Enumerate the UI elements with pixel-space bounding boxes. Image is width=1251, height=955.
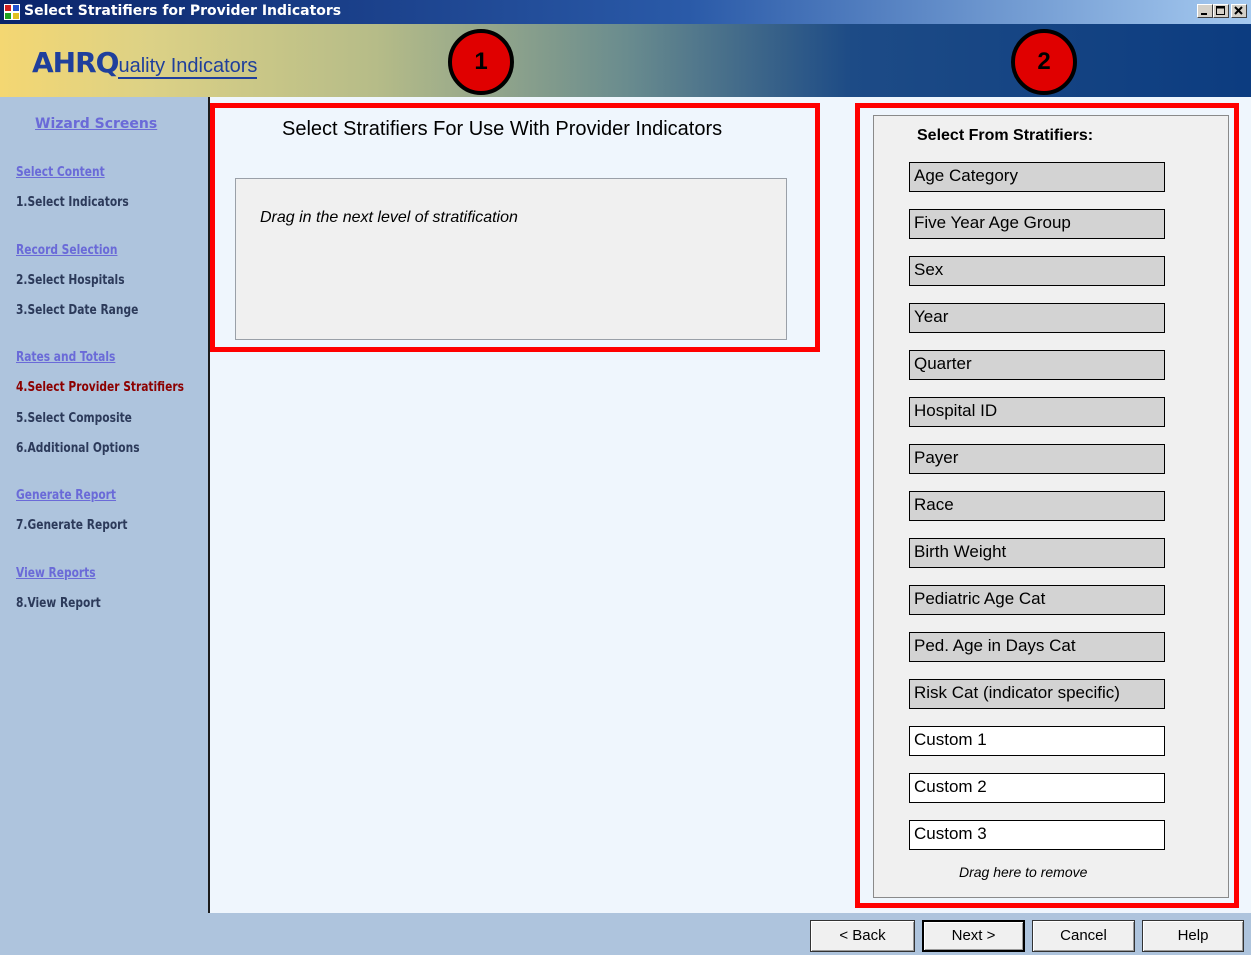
next-button[interactable]: Next > (922, 920, 1025, 952)
stratifier-hospital-id[interactable]: Hospital ID (909, 397, 1165, 427)
callout-marker-2: 2 (1011, 29, 1077, 95)
stratifier-payer[interactable]: Payer (909, 444, 1165, 474)
stratification-drop-zone[interactable]: Drag in the next level of stratification (235, 178, 787, 340)
back-button[interactable]: < Back (810, 920, 915, 952)
nav-section-view-reports[interactable]: View Reports (16, 566, 96, 581)
close-icon (1234, 6, 1243, 15)
minimize-button[interactable] (1197, 4, 1213, 18)
wizard-sidebar: Wizard Screens Select Content 1.Select I… (0, 97, 208, 913)
help-button[interactable]: Help (1142, 920, 1244, 952)
remove-drop-hint: Drag here to remove (959, 864, 1088, 880)
maximize-icon (1216, 6, 1225, 15)
stratifier-quarter[interactable]: Quarter (909, 350, 1165, 380)
stratifier-ped-age-in-days-cat[interactable]: Ped. Age in Days Cat (909, 632, 1165, 662)
drop-zone-hint: Drag in the next level of stratification (260, 209, 518, 226)
banner: AHRQuality Indicators 1 2 (0, 24, 1251, 97)
app-icon (4, 4, 20, 20)
stratifier-pediatric-age-cat[interactable]: Pediatric Age Cat (909, 585, 1165, 615)
nav-item-view-report[interactable]: 8.View Report (16, 596, 101, 611)
minimize-icon (1201, 13, 1207, 15)
logo-main-text: AHRQ (32, 46, 119, 79)
maximize-button[interactable] (1213, 4, 1229, 18)
stratifier-sex[interactable]: Sex (909, 256, 1165, 286)
nav-item-select-hospitals[interactable]: 2.Select Hospitals (16, 273, 125, 288)
stratifier-birth-weight[interactable]: Birth Weight (909, 538, 1165, 568)
nav-section-rates-and-totals[interactable]: Rates and Totals (16, 350, 115, 365)
page-title: Select Stratifiers For Use With Provider… (282, 118, 723, 140)
stratifier-year[interactable]: Year (909, 303, 1165, 333)
callout-marker-1: 1 (448, 29, 514, 95)
nav-item-additional-options[interactable]: 6.Additional Options (16, 441, 140, 456)
nav-section-select-content[interactable]: Select Content (16, 165, 105, 180)
stratifier-custom-3[interactable]: Custom 3 (909, 820, 1165, 850)
stratifier-list-title: Select From Stratifiers: (917, 127, 1094, 144)
title-bar: Select Stratifiers for Provider Indicato… (0, 0, 1251, 24)
app-window: Select Stratifiers for Provider Indicato… (0, 0, 1251, 955)
stratifier-race[interactable]: Race (909, 491, 1165, 521)
ahrq-logo: AHRQuality Indicators (32, 46, 258, 79)
stratifier-age-category[interactable]: Age Category (909, 162, 1165, 192)
nav-section-generate-report[interactable]: Generate Report (16, 488, 116, 503)
window-title: Select Stratifiers for Provider Indicato… (24, 3, 342, 19)
logo-sub-text: uality Indicators (118, 55, 258, 79)
nav-item-generate-report[interactable]: 7.Generate Report (16, 518, 128, 533)
stratifier-custom-1[interactable]: Custom 1 (909, 726, 1165, 756)
close-button[interactable] (1231, 4, 1247, 18)
stratifier-risk-cat[interactable]: Risk Cat (indicator specific) (909, 679, 1165, 709)
stratifier-custom-2[interactable]: Custom 2 (909, 773, 1165, 803)
stratifier-five-year-age-group[interactable]: Five Year Age Group (909, 209, 1165, 239)
nav-section-record-selection[interactable]: Record Selection (16, 243, 117, 258)
nav-item-select-composite[interactable]: 5.Select Composite (16, 411, 132, 426)
nav-item-select-provider-stratifiers[interactable]: 4.Select Provider Stratifiers (16, 380, 184, 395)
wizard-screens-title: Wizard Screens (35, 116, 158, 132)
nav-item-select-date-range[interactable]: 3.Select Date Range (16, 303, 138, 318)
nav-item-select-indicators[interactable]: 1.Select Indicators (16, 195, 129, 210)
cancel-button[interactable]: Cancel (1032, 920, 1135, 952)
